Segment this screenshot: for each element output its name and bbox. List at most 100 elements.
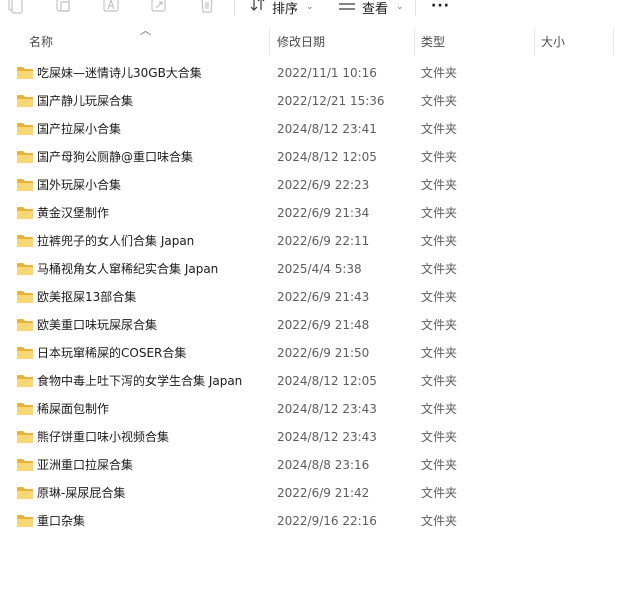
file-name[interactable]: 日本玩窜稀屎的COSER合集 — [37, 339, 186, 367]
file-row[interactable]: 黄金汉堡制作 2022/6/9 21:34 文件夹 — [0, 199, 621, 227]
file-date: 2022/6/9 21:48 — [277, 318, 370, 332]
file-name[interactable]: 重口杂集 — [37, 507, 85, 535]
file-name[interactable]: 拉裤兜子的女人们合集 Japan — [37, 227, 194, 255]
file-date: 2024/8/12 12:05 — [277, 374, 377, 388]
file-type: 文件夹 — [421, 122, 458, 136]
file-date: 2022/11/1 10:16 — [277, 66, 377, 80]
file-date: 2022/6/9 22:11 — [277, 234, 370, 248]
file-type: 文件夹 — [421, 374, 458, 388]
column-type[interactable]: 类型 — [421, 28, 445, 56]
share-icon[interactable] — [150, 0, 168, 14]
file-row[interactable]: 重口杂集 2022/9/16 22:16 文件夹 — [0, 507, 621, 535]
column-divider[interactable] — [414, 29, 415, 55]
folder-icon — [16, 234, 34, 248]
file-row[interactable]: 熊仔饼重口味小视频合集 2024/8/12 23:43 文件夹 — [0, 423, 621, 451]
chevron-down-icon: ⌄ — [396, 2, 404, 12]
toolbar-divider — [234, 0, 235, 16]
file-date: 2022/12/21 15:36 — [277, 94, 385, 108]
file-row[interactable]: 国产母狗公厕静@重口味合集 2024/8/12 12:05 文件夹 — [0, 143, 621, 171]
chevron-down-icon: ⌄ — [306, 2, 314, 12]
file-row[interactable]: 稀屎面包制作 2024/8/12 23:43 文件夹 — [0, 395, 621, 423]
file-name[interactable]: 原琳-屎尿屁合集 — [37, 479, 125, 507]
view-button[interactable]: 查看 ⌄ — [338, 0, 404, 17]
column-size[interactable]: 大小 — [541, 28, 565, 56]
folder-icon — [16, 262, 34, 276]
file-type: 文件夹 — [421, 346, 458, 360]
file-name[interactable]: 吃屎妹—迷情诗儿30GB大合集 — [37, 59, 202, 87]
file-row[interactable]: 亚洲重口拉屎合集 2024/8/8 23:16 文件夹 — [0, 451, 621, 479]
file-row[interactable]: 欧美抠屎13部合集 2022/6/9 21:43 文件夹 — [0, 283, 621, 311]
file-name[interactable]: 国产静儿玩屎合集 — [37, 87, 133, 115]
file-date: 2022/6/9 21:34 — [277, 206, 370, 220]
file-row[interactable]: 国产静儿玩屎合集 2022/12/21 15:36 文件夹 — [0, 87, 621, 115]
file-row[interactable]: 国外玩屎小合集 2022/6/9 22:23 文件夹 — [0, 171, 621, 199]
file-name[interactable]: 欧美重口味玩屎尿合集 — [37, 311, 157, 339]
file-date: 2022/6/9 21:43 — [277, 290, 370, 304]
file-row[interactable]: 吃屎妹—迷情诗儿30GB大合集 2022/11/1 10:16 文件夹 — [0, 59, 621, 87]
folder-icon — [16, 122, 34, 136]
column-date[interactable]: 修改日期 — [277, 28, 325, 56]
file-row[interactable]: 日本玩窜稀屎的COSER合集 2022/6/9 21:50 文件夹 — [0, 339, 621, 367]
file-type: 文件夹 — [421, 514, 458, 528]
file-type: 文件夹 — [421, 486, 458, 500]
column-divider[interactable] — [269, 29, 270, 55]
file-type: 文件夹 — [421, 66, 458, 80]
view-label: 查看 — [362, 1, 389, 17]
folder-icon — [16, 178, 34, 192]
column-divider[interactable] — [534, 29, 535, 55]
file-date: 2025/4/4 5:38 — [277, 262, 362, 276]
file-type: 文件夹 — [421, 262, 458, 276]
file-name[interactable]: 国产拉屎小合集 — [37, 115, 121, 143]
command-bar: 排序 ⌄ 查看 ⌄ ··· — [0, 0, 621, 20]
folder-icon — [16, 486, 34, 500]
file-type: 文件夹 — [421, 458, 458, 472]
more-icon[interactable]: ··· — [431, 0, 450, 13]
file-row[interactable]: 食物中毒上吐下泻的女学生合集 Japan 2024/8/12 12:05 文件夹 — [0, 367, 621, 395]
folder-icon — [16, 458, 34, 472]
file-row[interactable]: 原琳-屎尿屁合集 2022/6/9 21:42 文件夹 — [0, 479, 621, 507]
file-name[interactable]: 欧美抠屎13部合集 — [37, 283, 136, 311]
folder-icon — [16, 94, 34, 108]
file-date: 2024/8/12 23:41 — [277, 122, 377, 136]
file-name[interactable]: 食物中毒上吐下泻的女学生合集 Japan — [37, 367, 242, 395]
folder-icon — [16, 402, 34, 416]
file-date: 2024/8/12 23:43 — [277, 402, 377, 416]
file-type: 文件夹 — [421, 94, 458, 108]
file-type: 文件夹 — [421, 206, 458, 220]
copy-icon[interactable] — [6, 0, 24, 14]
rename-icon[interactable] — [102, 0, 120, 14]
file-row[interactable]: 马桶视角女人窜稀纪实合集 Japan 2025/4/4 5:38 文件夹 — [0, 255, 621, 283]
column-name[interactable]: 名称 — [29, 28, 53, 56]
file-name[interactable]: 熊仔饼重口味小视频合集 — [37, 423, 169, 451]
file-list: 吃屎妹—迷情诗儿30GB大合集 2022/11/1 10:16 文件夹 国产静儿玩屎合… — [0, 59, 621, 535]
file-type: 文件夹 — [421, 430, 458, 444]
file-date: 2022/9/16 22:16 — [277, 514, 377, 528]
folder-icon — [16, 346, 34, 360]
file-date: 2024/8/8 23:16 — [277, 458, 370, 472]
file-date: 2024/8/12 12:05 — [277, 150, 377, 164]
paste-icon[interactable] — [54, 0, 72, 14]
column-header: ︿ 名称 修改日期 类型 大小 — [0, 24, 621, 56]
file-name[interactable]: 国外玩屎小合集 — [37, 171, 121, 199]
file-row[interactable]: 欧美重口味玩屎尿合集 2022/6/9 21:48 文件夹 — [0, 311, 621, 339]
file-date: 2022/6/9 22:23 — [277, 178, 370, 192]
file-type: 文件夹 — [421, 402, 458, 416]
file-type: 文件夹 — [421, 178, 458, 192]
file-name[interactable]: 稀屎面包制作 — [37, 395, 109, 423]
file-name[interactable]: 国产母狗公厕静@重口味合集 — [37, 143, 193, 171]
delete-icon[interactable] — [198, 0, 216, 14]
file-row[interactable]: 拉裤兜子的女人们合集 Japan 2022/6/9 22:11 文件夹 — [0, 227, 621, 255]
file-name[interactable]: 马桶视角女人窜稀纪实合集 Japan — [37, 255, 218, 283]
file-date: 2022/6/9 21:50 — [277, 346, 370, 360]
file-type: 文件夹 — [421, 318, 458, 332]
column-divider[interactable] — [613, 29, 614, 55]
folder-icon — [16, 290, 34, 304]
file-date: 2024/8/12 23:43 — [277, 430, 377, 444]
file-row[interactable]: 国产拉屎小合集 2024/8/12 23:41 文件夹 — [0, 115, 621, 143]
folder-icon — [16, 430, 34, 444]
file-name[interactable]: 黄金汉堡制作 — [37, 199, 109, 227]
sort-button[interactable]: 排序 ⌄ — [250, 0, 314, 17]
sort-icon — [250, 0, 266, 16]
file-name[interactable]: 亚洲重口拉屎合集 — [37, 451, 133, 479]
view-icon — [338, 0, 356, 16]
